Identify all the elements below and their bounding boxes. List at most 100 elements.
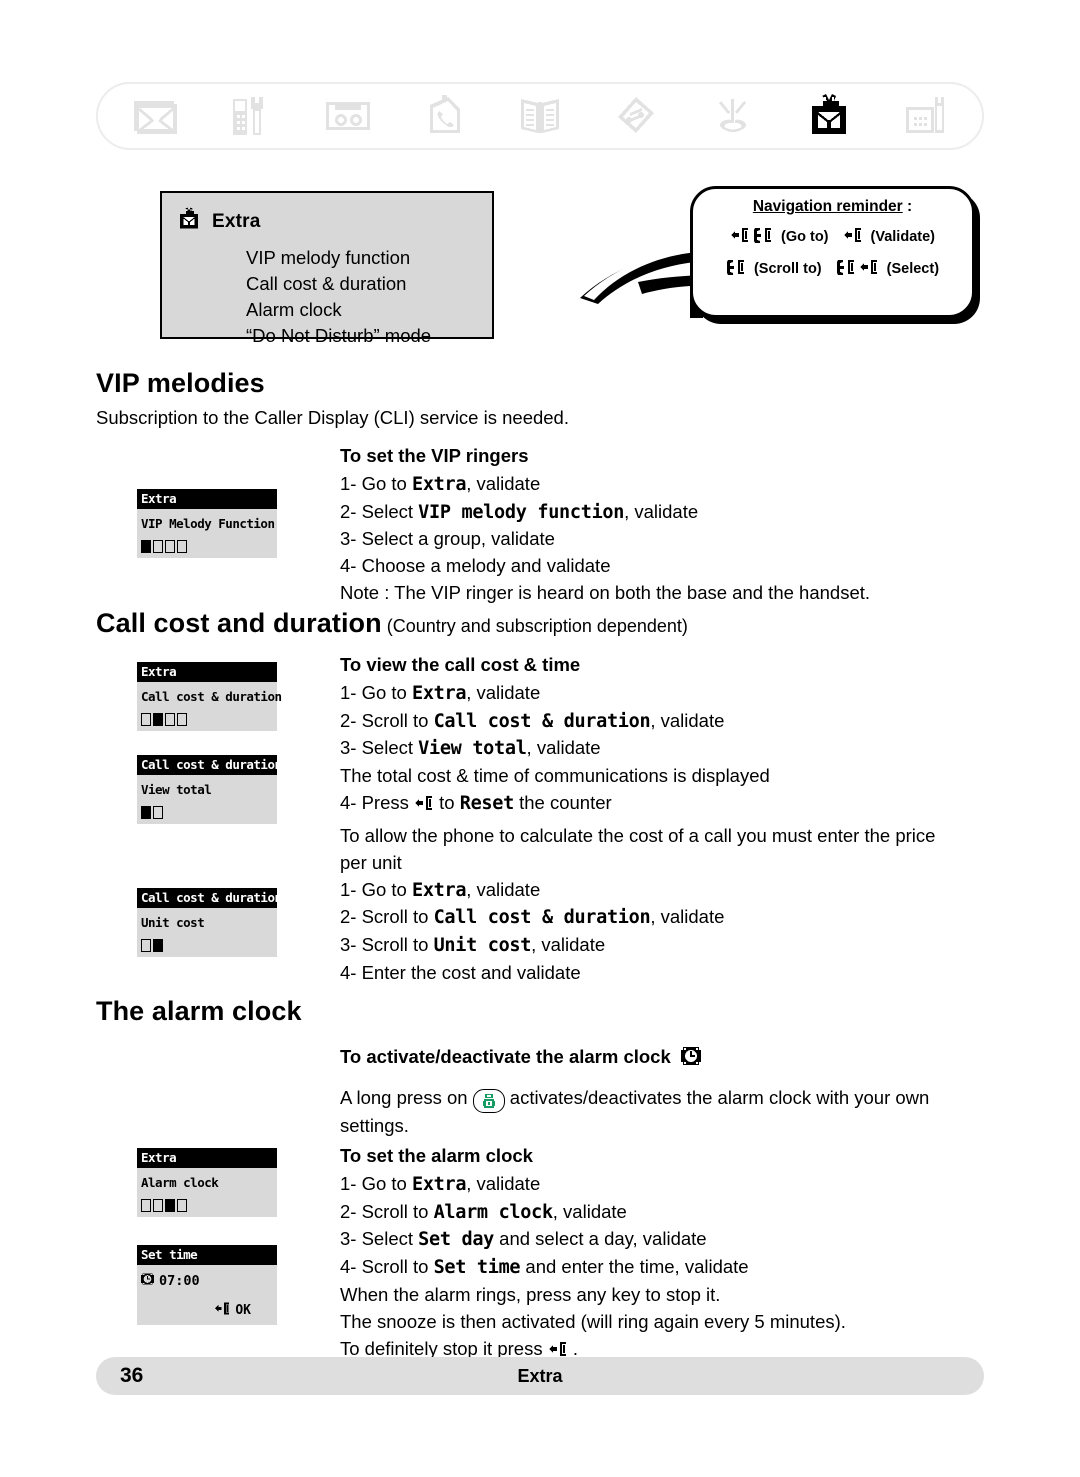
lcd-dot: [177, 713, 187, 726]
lcd-title-bar: Extra: [137, 662, 277, 682]
call-cost-step-1: 1- Go to Extra, validate: [340, 680, 990, 708]
melodies-icon[interactable]: [605, 90, 667, 142]
call-log-icon[interactable]: [413, 90, 475, 142]
lcd-dot: [165, 540, 175, 553]
unit-cost-step-3: 3- Scroll to Unit cost, validate: [340, 932, 990, 960]
extra-menu-item[interactable]: Call cost & duration: [246, 271, 492, 297]
step-text: Scroll to: [361, 709, 434, 731]
lcd-title-bar: Set time: [137, 1245, 277, 1265]
device-term: Call cost & duration: [433, 710, 651, 732]
alarm-activate-subheading-text: To activate/deactivate the alarm clock: [340, 1046, 671, 1067]
alarm-clock-icon: [680, 1045, 701, 1075]
navigation-reminder-colon: :: [902, 198, 913, 215]
scroll-key-icon: [753, 226, 773, 248]
lcd-position-dots: [141, 1199, 273, 1212]
step-number: 4-: [340, 555, 362, 577]
answering-machine-icon[interactable]: [317, 90, 379, 142]
gift-extra-icon[interactable]: [798, 90, 860, 142]
alarm-activate-line2: settings.: [340, 1114, 409, 1136]
navigation-reminder-row-2: (Scroll to) (Select): [693, 258, 972, 280]
lcd-title-bar: Call cost & duration: [137, 888, 277, 908]
extra-menu-item[interactable]: VIP melody function: [246, 245, 492, 271]
lcd-position-dots: [141, 540, 273, 553]
call-cost-heading: Call cost and duration (Country and subs…: [96, 608, 688, 639]
lcd-dot: [153, 939, 163, 952]
step-text: Scroll to: [361, 1256, 434, 1278]
lcd-line: View total: [141, 782, 212, 797]
base-settings-icon[interactable]: [894, 90, 956, 142]
device-term: Unit cost: [433, 935, 532, 957]
lcd-dot: [165, 1199, 175, 1212]
lcd-dot: [141, 713, 151, 726]
goto-label: (Go to): [781, 229, 829, 245]
vip-melodies-intro: Subscription to the Caller Display (CLI)…: [96, 407, 569, 428]
vip-instructions: To set the VIP ringers 1- Go to Extra, v…: [340, 443, 990, 607]
lcd-title-bar: Call cost & duration: [137, 755, 277, 775]
step-text: , validate: [531, 934, 606, 956]
lcd-dot: [141, 1199, 151, 1212]
alarm-note-1: When the alarm rings, press any key to s…: [340, 1284, 721, 1306]
step-text: Scroll to: [361, 1200, 434, 1222]
vip-step-4: 4- Choose a melody and validate: [340, 553, 990, 580]
call-cost-subheading: To view the call cost & time: [340, 654, 581, 675]
step-text: Choose a melody and validate: [361, 555, 611, 577]
step-text: Go to: [361, 472, 412, 494]
device-term: Set day: [418, 1229, 495, 1251]
step-text: the counter: [513, 792, 612, 814]
lcd-dot: [153, 806, 163, 819]
step-number: 2-: [340, 709, 362, 731]
lcd-dot: [141, 540, 151, 553]
extra-menu-item[interactable]: Alarm clock: [246, 297, 492, 323]
lcd-title-bar: Extra: [137, 489, 277, 509]
vip-note: Note : The VIP ringer is heard on both t…: [340, 582, 871, 604]
step-text: Enter the cost and validate: [361, 962, 581, 984]
step-text: , validate: [650, 709, 725, 731]
navigation-reminder-title: Navigation reminder :: [693, 198, 972, 216]
lcd-time-row: 07:00: [141, 1272, 273, 1290]
lcd-screen-vip: Extra VIP Melody Function: [137, 489, 277, 558]
lcd-body: VIP Melody Function: [137, 509, 277, 558]
alarm-note-2: The snooze is then activated (will ring …: [340, 1310, 846, 1332]
handset-settings-icon[interactable]: [220, 90, 282, 142]
alarm-note-3-pre: To definitely stop it press: [340, 1337, 548, 1359]
lcd-dot: [141, 806, 151, 819]
network-services-icon[interactable]: [702, 90, 764, 142]
alarm-step-4: 4- Scroll to Set time and enter the time…: [340, 1254, 990, 1282]
lcd-position-dots: [141, 806, 273, 819]
phonebook-icon[interactable]: [509, 90, 571, 142]
validate-label: (Validate): [870, 229, 935, 245]
footer-section-title: Extra: [517, 1366, 563, 1386]
call-cost-result: The total cost & time of communications …: [340, 765, 770, 787]
validate-key-icon: [214, 1301, 231, 1320]
lcd-screen-call-cost-menu: Extra Call cost & duration: [137, 662, 282, 731]
navigation-reminder-title-text: Navigation reminder: [752, 198, 903, 215]
scrollto-label: (Scroll to): [753, 261, 822, 277]
goto-keys: [730, 226, 773, 248]
lcd-ok-row[interactable]: OK: [141, 1301, 273, 1320]
step-number: 3-: [340, 934, 362, 956]
alarm-activate-line1: A long press on activates/deactivates th…: [340, 1085, 990, 1113]
lcd-body: Unit cost: [137, 908, 277, 957]
lcd-line: Call cost & duration: [141, 689, 282, 704]
lcd-dot: [165, 713, 175, 726]
step-number: 2-: [340, 500, 362, 522]
step-text: , validate: [466, 878, 541, 900]
alarm-key-icon[interactable]: [472, 1088, 505, 1113]
vip-step-1: 1- Go to Extra, validate: [340, 471, 990, 499]
step-text: Select: [361, 1228, 419, 1250]
alarm-step-3: 3- Select Set day and select a day, vali…: [340, 1226, 990, 1254]
step-number: 1-: [340, 681, 362, 703]
extra-menu-item[interactable]: “Do Not Disturb” mode: [246, 323, 492, 349]
select-keys: [836, 258, 879, 280]
lcd-screen-view-total: Call cost & duration View total: [137, 755, 277, 824]
call-cost-step-4: 4- Press to Reset the counter: [340, 790, 990, 820]
lcd-alarm-time: 07:00: [159, 1273, 200, 1289]
call-cost-heading-sub: (Country and subscription dependent): [381, 616, 688, 636]
envelope-icon[interactable]: [124, 90, 186, 142]
scroll-keys: [726, 258, 746, 280]
alarm-step-1: 1- Go to Extra, validate: [340, 1171, 990, 1199]
extra-menu-title: Extra: [212, 211, 261, 232]
device-term: Alarm clock: [433, 1201, 554, 1223]
lcd-line: VIP Melody Function: [141, 516, 275, 531]
device-term: Reset: [459, 793, 515, 815]
